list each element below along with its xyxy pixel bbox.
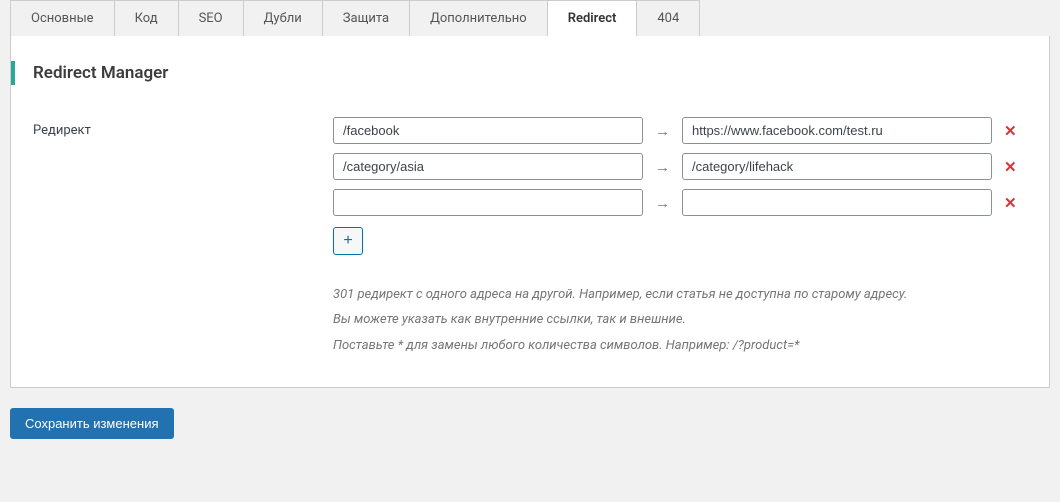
arrow-icon: → <box>651 194 674 212</box>
description: 301 редирект с одного адреса на другой. … <box>333 283 1027 357</box>
tab-main[interactable]: Основные <box>10 0 115 36</box>
redirect-to-input[interactable] <box>682 189 992 216</box>
redirect-from-input[interactable] <box>333 189 643 216</box>
tab-additional[interactable]: Дополнительно <box>409 0 548 36</box>
redirect-from-input[interactable] <box>333 117 643 144</box>
tab-protection[interactable]: Защита <box>322 0 410 36</box>
settings-panel: Redirect Manager Редирект → ✕ → ✕ → ✕ <box>10 36 1050 388</box>
delete-redirect-button[interactable]: ✕ <box>1000 194 1021 212</box>
redirect-form-row: Редирект → ✕ → ✕ → ✕ + 30 <box>33 117 1027 359</box>
arrow-icon: → <box>651 122 674 140</box>
tab-seo[interactable]: SEO <box>178 0 244 36</box>
redirect-content: → ✕ → ✕ → ✕ + 301 редирект с одного адре… <box>333 117 1027 359</box>
section-title: Redirect Manager <box>11 61 1027 85</box>
save-button[interactable]: Сохранить изменения <box>10 408 174 439</box>
tab-404[interactable]: 404 <box>636 0 700 36</box>
delete-redirect-button[interactable]: ✕ <box>1000 158 1021 176</box>
add-redirect-button[interactable]: + <box>333 227 363 255</box>
redirect-to-input[interactable] <box>682 153 992 180</box>
tab-code[interactable]: Код <box>114 0 179 36</box>
tab-redirect[interactable]: Redirect <box>547 0 638 36</box>
tabs: Основные Код SEO Дубли Защита Дополнител… <box>0 0 1060 36</box>
description-line: 301 редирект с одного адреса на другой. … <box>333 283 1027 306</box>
redirect-from-input[interactable] <box>333 153 643 180</box>
redirect-row: → ✕ <box>333 117 1027 144</box>
description-line: Поставьте * для замены любого количества… <box>333 334 1027 357</box>
redirect-label: Редирект <box>33 117 333 138</box>
arrow-icon: → <box>651 158 674 176</box>
redirect-to-input[interactable] <box>682 117 992 144</box>
redirect-row: → ✕ <box>333 189 1027 216</box>
tab-duplicates[interactable]: Дубли <box>243 0 323 36</box>
description-line: Вы можете указать как внутренние ссылки,… <box>333 308 1027 331</box>
delete-redirect-button[interactable]: ✕ <box>1000 122 1021 140</box>
redirect-row: → ✕ <box>333 153 1027 180</box>
